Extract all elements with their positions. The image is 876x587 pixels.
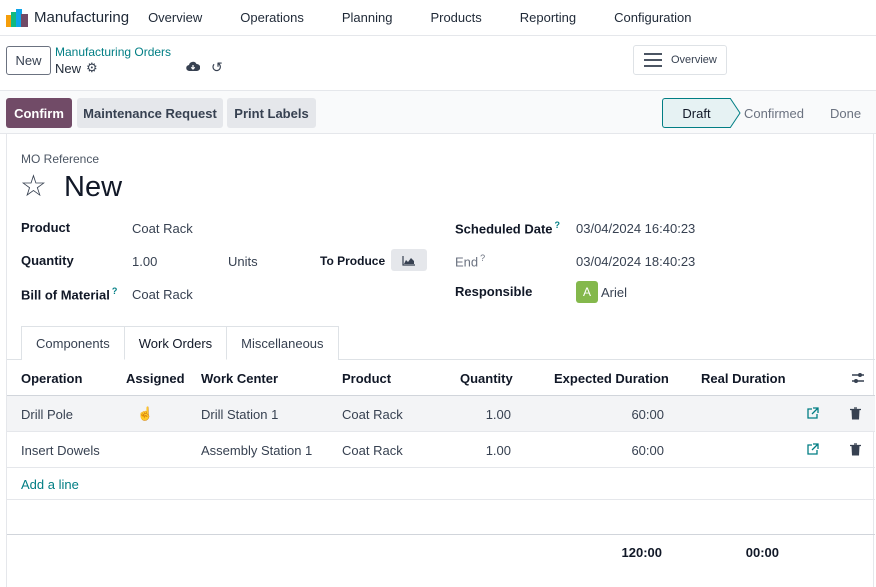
- mo-reference-label: MO Reference: [21, 152, 100, 166]
- table-divider: [7, 499, 875, 500]
- discard-changes-icon[interactable]: ↺: [211, 59, 223, 76]
- stage-done[interactable]: Done: [826, 98, 872, 128]
- cell-product[interactable]: Coat Rack: [342, 443, 403, 458]
- cell-operation[interactable]: Insert Dowels: [21, 443, 100, 458]
- column-settings-icon[interactable]: [851, 371, 865, 385]
- star-icon[interactable]: ☆: [20, 168, 47, 206]
- menu-operations[interactable]: Operations: [240, 10, 304, 25]
- help-icon[interactable]: ?: [555, 220, 561, 230]
- main-menu: Overview Operations Planning Products Re…: [148, 10, 691, 25]
- responsible-field[interactable]: Ariel: [601, 285, 627, 300]
- menu-planning[interactable]: Planning: [342, 10, 393, 25]
- confirm-button[interactable]: Confirm: [6, 98, 72, 128]
- menu-reporting[interactable]: Reporting: [520, 10, 576, 25]
- column-quantity[interactable]: Quantity: [460, 371, 513, 386]
- notebook-tabs: Components Work Orders Miscellaneous: [21, 326, 339, 360]
- column-expected-duration[interactable]: Expected Duration: [554, 371, 669, 386]
- menu-products[interactable]: Products: [430, 10, 481, 25]
- to-produce-label: To Produce: [320, 254, 386, 268]
- product-field[interactable]: Coat Rack: [132, 221, 193, 236]
- cell-work-center[interactable]: Assembly Station 1: [201, 443, 312, 458]
- help-icon[interactable]: ?: [480, 253, 485, 263]
- quantity-field[interactable]: 1.00: [132, 254, 157, 269]
- column-real-duration[interactable]: Real Duration: [701, 371, 786, 386]
- tab-miscellaneous[interactable]: Miscellaneous: [226, 326, 339, 360]
- product-label: Product: [21, 220, 71, 235]
- cell-product[interactable]: Coat Rack: [342, 407, 403, 422]
- control-panel: New Manufacturing Orders New ⚙ ↺ Overvie…: [0, 36, 876, 90]
- print-labels-button[interactable]: Print Labels: [227, 98, 316, 128]
- forecast-chart-button[interactable]: [391, 249, 427, 271]
- total-real-duration: 00:00: [745, 545, 779, 560]
- new-button[interactable]: New: [6, 46, 51, 75]
- manufacturing-app-icon[interactable]: [6, 8, 28, 27]
- table-footer-divider: [7, 534, 875, 535]
- column-product[interactable]: Product: [342, 371, 391, 386]
- bom-label: Bill of Material?: [21, 286, 118, 303]
- scheduled-date-label: Scheduled Date?: [455, 220, 561, 237]
- total-expected-duration: 120:00: [621, 545, 662, 560]
- scheduled-date-field[interactable]: 03/04/2024 16:40:23: [576, 221, 695, 236]
- trash-icon[interactable]: [850, 443, 861, 456]
- avatar: A: [576, 281, 598, 303]
- cell-work-center[interactable]: Drill Station 1: [201, 407, 278, 422]
- form-sheet: MO Reference ☆ New Product Coat Rack Qua…: [6, 134, 875, 587]
- cell-expected-duration[interactable]: 60:00: [631, 443, 664, 458]
- cloud-save-icon[interactable]: [186, 60, 201, 72]
- page-title[interactable]: New: [64, 168, 122, 206]
- responsible-label: Responsible: [455, 284, 533, 299]
- stage-confirmed[interactable]: Confirmed: [730, 98, 826, 128]
- bom-field[interactable]: Coat Rack: [132, 287, 193, 302]
- app-name[interactable]: Manufacturing: [34, 9, 129, 26]
- work-orders-table-header: Operation Assigned Work Center Product Q…: [7, 360, 875, 396]
- external-link-icon[interactable]: [806, 407, 819, 420]
- breadcrumb-parent[interactable]: Manufacturing Orders: [55, 45, 171, 59]
- cell-quantity[interactable]: 1.00: [486, 407, 511, 422]
- hand-pointer-icon: ☝: [137, 406, 154, 421]
- cell-expected-duration[interactable]: 60:00: [631, 407, 664, 422]
- top-navbar: Manufacturing Overview Operations Planni…: [0, 0, 876, 36]
- column-operation[interactable]: Operation: [21, 371, 82, 386]
- gear-icon[interactable]: ⚙: [86, 60, 98, 76]
- tab-work-orders[interactable]: Work Orders: [123, 326, 228, 360]
- overview-button[interactable]: Overview: [633, 45, 727, 75]
- add-line-link[interactable]: Add a line: [21, 477, 79, 492]
- cell-operation[interactable]: Drill Pole: [21, 407, 73, 422]
- uom-field[interactable]: Units: [228, 254, 258, 269]
- area-chart-icon: [402, 255, 415, 266]
- tab-components[interactable]: Components: [21, 326, 125, 360]
- cell-quantity[interactable]: 1.00: [486, 443, 511, 458]
- menu-overview[interactable]: Overview: [148, 10, 202, 25]
- status-bar: Confirm Maintenance Request Print Labels…: [0, 90, 876, 134]
- end-date-field[interactable]: 03/04/2024 18:40:23: [576, 254, 695, 269]
- stage-pipeline: Draft Confirmed Done: [662, 98, 872, 128]
- quantity-label: Quantity: [21, 253, 74, 268]
- breadcrumb-current: New: [55, 61, 82, 76]
- end-label: End?: [455, 253, 486, 270]
- help-icon[interactable]: ?: [112, 286, 118, 296]
- menu-configuration[interactable]: Configuration: [614, 10, 691, 25]
- stage-arrow-icon: [720, 98, 741, 128]
- trash-icon[interactable]: [850, 407, 861, 420]
- maintenance-request-button[interactable]: Maintenance Request: [77, 98, 223, 128]
- column-work-center[interactable]: Work Center: [201, 371, 278, 386]
- overview-button-label: Overview: [671, 54, 717, 66]
- column-assigned[interactable]: Assigned: [126, 371, 185, 386]
- external-link-icon[interactable]: [806, 443, 819, 456]
- hamburger-icon: [644, 53, 662, 67]
- table-row[interactable]: Insert Dowels Assembly Station 1 Coat Ra…: [7, 432, 875, 468]
